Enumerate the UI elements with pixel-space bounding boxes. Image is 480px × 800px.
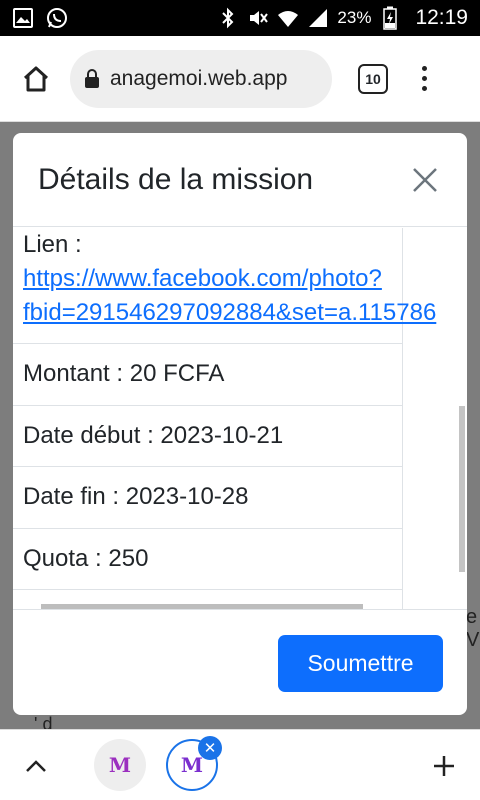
montant-text: Montant : 20 FCFA [23, 360, 225, 388]
detail-row-partial [13, 590, 402, 609]
background-text: e V [466, 606, 480, 651]
app-logo-icon: M [108, 753, 132, 777]
mission-link[interactable]: https://www.facebook.com/photo? fbid=291… [23, 262, 436, 330]
date-debut-text: Date début : 2023-10-21 [23, 421, 284, 449]
detail-row-lien: Lien : https://www.facebook.com/photo? f… [13, 228, 436, 344]
url-text: anagemoi.web.app [110, 66, 288, 90]
details-table: Lien : https://www.facebook.com/photo? f… [13, 228, 436, 609]
submit-button[interactable]: Soumettre [278, 635, 443, 692]
tab-count: 10 [365, 70, 381, 87]
lien-label: Lien : [23, 231, 82, 258]
more-vert-icon [421, 66, 427, 71]
browser-toolbar: anagemoi.web.app 10 [0, 36, 480, 122]
detail-row-date-fin: Date fin : 2023-10-28 [13, 467, 402, 529]
date-fin-text: Date fin : 2023-10-28 [23, 483, 249, 511]
app-logo-icon: M [180, 753, 204, 777]
more-options-button[interactable] [414, 66, 434, 91]
close-icon: ✕ [203, 740, 217, 757]
wifi-icon [277, 7, 299, 29]
modal-body[interactable]: Lien : https://www.facebook.com/photo? f… [13, 228, 467, 609]
tab-switcher-button[interactable]: 10 [358, 63, 388, 94]
bluetooth-icon [217, 7, 239, 29]
detail-row-quota: Quota : 250 [13, 529, 402, 590]
mute-icon [247, 7, 269, 29]
whatsapp-icon [46, 7, 68, 29]
status-bar: 23% 12:19 [0, 0, 480, 36]
url-bar[interactable]: anagemoi.web.app [70, 49, 332, 108]
gallery-icon [12, 7, 34, 29]
close-tab-button[interactable]: ✕ [198, 736, 222, 760]
close-icon [413, 167, 437, 192]
signal-icon [307, 7, 329, 29]
modal-header: Détails de la mission [13, 133, 467, 227]
battery-icon [379, 6, 401, 30]
quota-text: Quota : 250 [23, 544, 149, 572]
scrollbar-thumb[interactable] [459, 406, 465, 572]
new-tab-button[interactable] [428, 750, 460, 782]
tab-strip: M M ✕ [0, 729, 480, 800]
close-button[interactable] [405, 160, 445, 200]
detail-row-montant: Montant : 20 FCFA [13, 344, 402, 406]
modal-title: Détails de la mission [38, 162, 314, 196]
clock: 12:19 [415, 6, 468, 29]
detail-row-date-debut: Date début : 2023-10-21 [13, 406, 402, 467]
tab-thumbnail[interactable]: M [94, 739, 146, 791]
mission-details-modal: Détails de la mission Lien : https://www… [13, 133, 467, 715]
expand-tabs-button[interactable] [22, 752, 50, 780]
modal-footer: Soumettre [13, 609, 467, 715]
battery-percent: 23% [337, 8, 372, 27]
home-button[interactable] [12, 55, 60, 103]
plus-icon [434, 756, 454, 776]
lock-icon [85, 68, 99, 88]
home-icon [23, 66, 49, 91]
scrollbar[interactable] [459, 228, 467, 609]
chevron-up-icon [26, 760, 46, 772]
